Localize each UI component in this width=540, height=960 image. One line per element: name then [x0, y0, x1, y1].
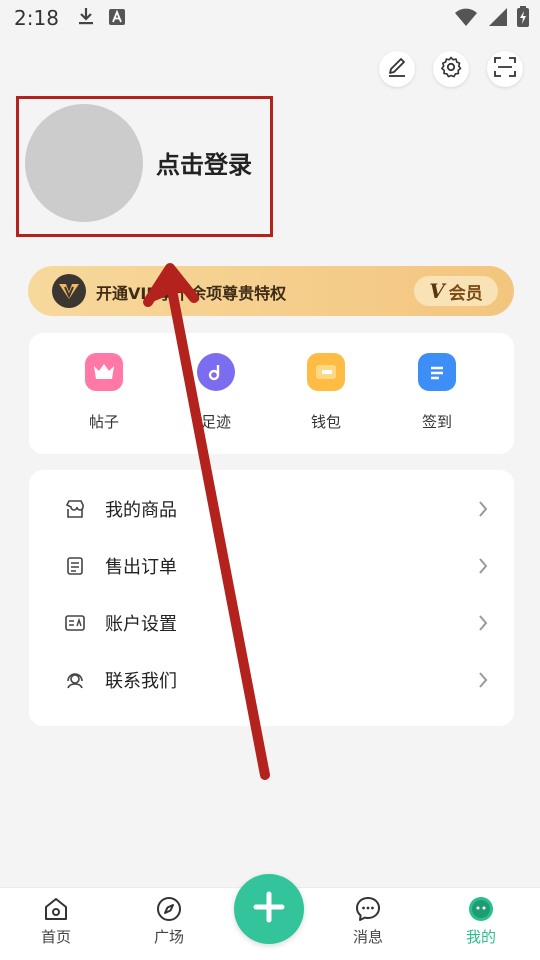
wallet-icon	[307, 353, 345, 391]
chevron-right-icon	[476, 613, 490, 633]
vip-badge-v: V	[429, 279, 445, 303]
add-post-button[interactable]	[234, 874, 304, 944]
quick-label: 钱包	[310, 413, 341, 431]
support-icon	[65, 670, 85, 690]
account-icon	[65, 613, 85, 633]
menu-item-account-settings[interactable]: 账户设置	[29, 594, 514, 651]
tab-square[interactable]: 广场	[139, 894, 199, 947]
vip-promo-text: 开通VIP享十余项尊贵特权	[96, 284, 287, 303]
app-screen: 2:18 点击登录 开通VIP享十余项尊贵特权 V 会员 帖子 足迹 钱包 签到…	[0, 0, 540, 960]
scan-icon	[493, 55, 517, 83]
quick-actions-card: 帖子 足迹 钱包 签到	[29, 333, 514, 454]
menu-item-sold-orders[interactable]: 售出订单	[29, 537, 514, 594]
store-icon	[65, 499, 85, 519]
footprint-icon	[197, 353, 235, 391]
quick-item-footprint[interactable]: 足迹	[181, 353, 251, 432]
quick-label: 签到	[421, 413, 452, 431]
tab-messages[interactable]: 消息	[338, 894, 398, 947]
tab-home[interactable]: 首页	[26, 894, 86, 947]
menu-label: 账户设置	[105, 613, 177, 635]
menu-item-contact-us[interactable]: 联系我们	[29, 651, 514, 708]
message-icon	[353, 894, 383, 924]
avatar[interactable]	[25, 104, 143, 222]
quick-item-wallet[interactable]: 钱包	[291, 353, 361, 432]
quick-label: 足迹	[200, 413, 231, 431]
status-time: 2:18	[14, 6, 59, 30]
crown-icon	[85, 353, 123, 391]
vip-logo-icon	[52, 274, 86, 308]
tab-label: 广场	[153, 928, 184, 946]
font-icon	[108, 6, 125, 30]
menu-label: 联系我们	[105, 670, 177, 692]
tab-mine[interactable]: 我的	[451, 894, 511, 947]
scan-button[interactable]	[487, 51, 523, 87]
quick-item-checkin[interactable]: 签到	[402, 353, 472, 432]
wifi-icon	[454, 7, 478, 32]
status-bar: 2:18	[0, 0, 540, 36]
plus-icon	[252, 890, 286, 928]
gear-icon	[439, 55, 463, 83]
edit-button[interactable]	[379, 51, 415, 87]
profile-login-area[interactable]: 点击登录	[16, 96, 273, 237]
battery-icon	[516, 6, 530, 33]
quick-item-posts[interactable]: 帖子	[69, 353, 139, 432]
menu-item-my-products[interactable]: 我的商品	[29, 480, 514, 537]
menu-label: 售出订单	[105, 556, 177, 578]
tab-label: 首页	[40, 928, 71, 946]
compass-icon	[154, 894, 184, 924]
signal-icon	[486, 7, 508, 32]
chevron-right-icon	[476, 556, 490, 576]
settings-button[interactable]	[433, 51, 469, 87]
checkin-icon	[418, 353, 456, 391]
download-icon	[77, 6, 95, 31]
vip-member-badge[interactable]: V 会员	[414, 276, 498, 306]
vip-badge-text: 会员	[448, 283, 483, 304]
tab-label: 我的	[465, 928, 496, 946]
chevron-right-icon	[476, 670, 490, 690]
order-icon	[65, 556, 85, 576]
profile-icon	[466, 894, 496, 924]
edit-icon	[386, 56, 408, 82]
quick-label: 帖子	[88, 413, 119, 431]
vip-banner[interactable]: 开通VIP享十余项尊贵特权 V 会员	[28, 266, 514, 316]
menu-label: 我的商品	[105, 499, 177, 521]
status-right	[454, 6, 530, 33]
tab-label: 消息	[352, 928, 383, 946]
menu-card: 我的商品 售出订单 账户设置 联系我们	[29, 470, 514, 726]
home-icon	[41, 894, 71, 924]
chevron-right-icon	[476, 499, 490, 519]
login-text[interactable]: 点击登录	[156, 145, 252, 180]
